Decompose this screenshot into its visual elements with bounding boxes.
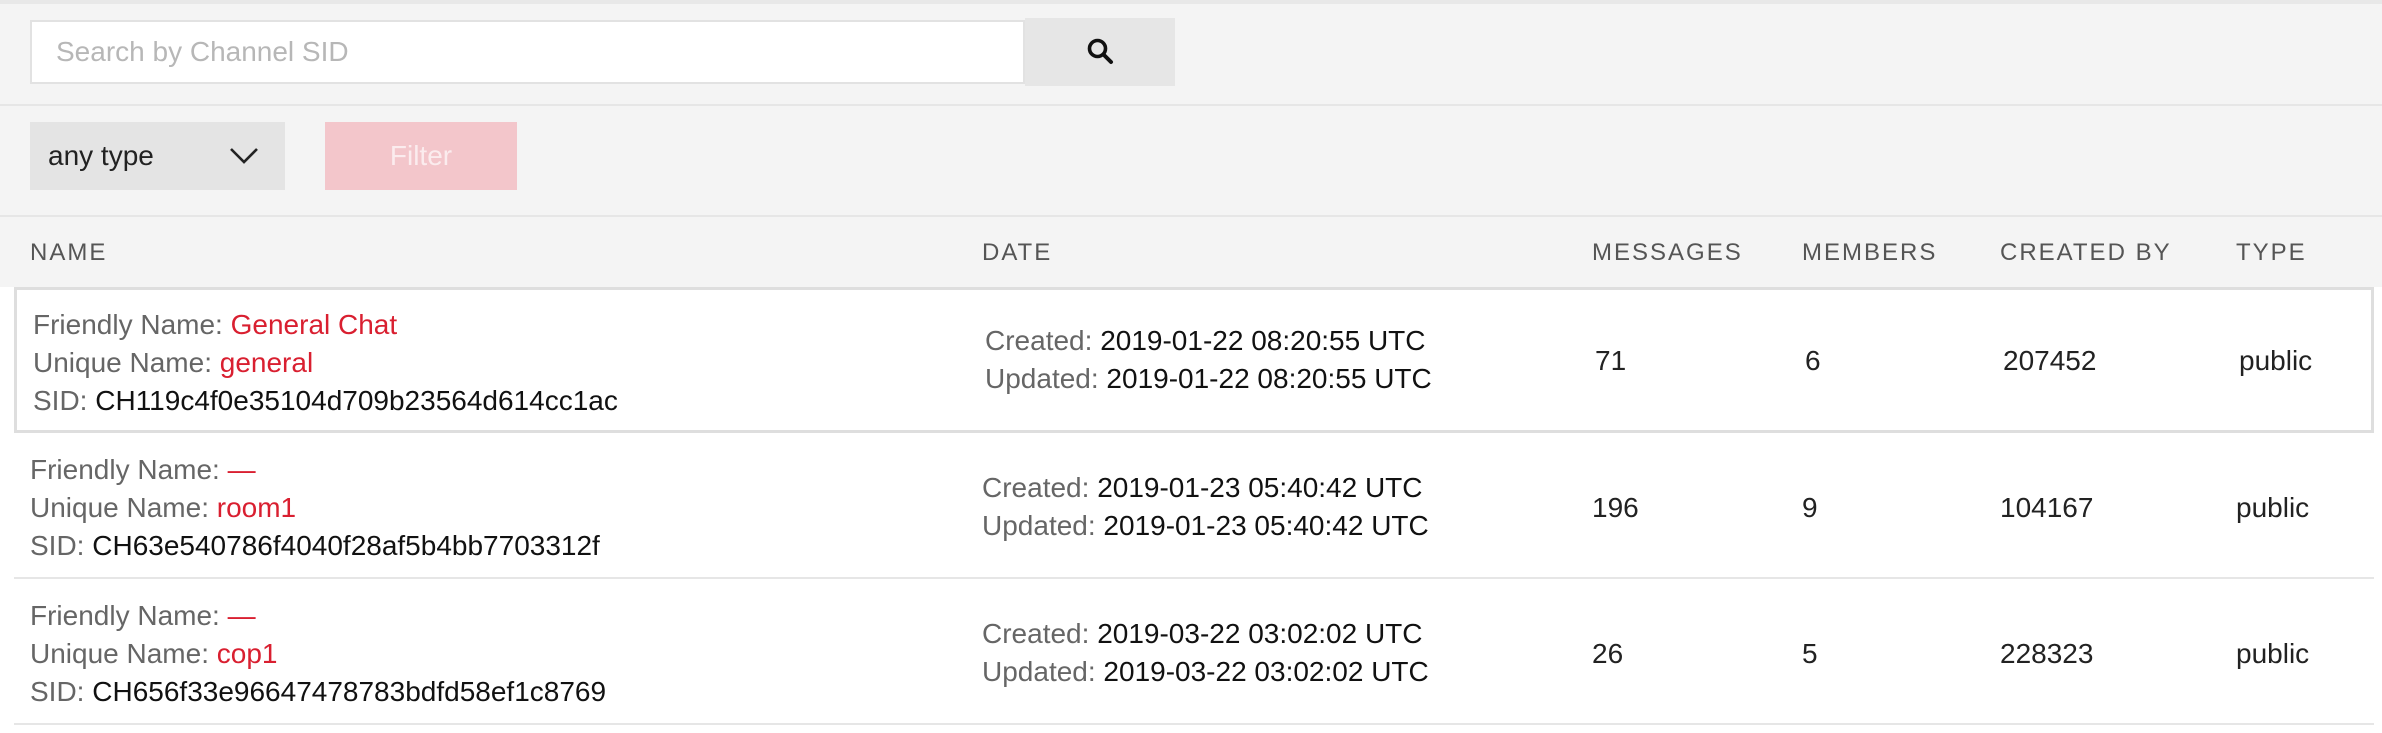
column-header-date[interactable]: DATE <box>982 239 1052 267</box>
column-header-created-by[interactable]: CREATED BY <box>2000 239 2172 267</box>
updated-value: 2019-01-23 05:40:42 UTC <box>1103 510 1429 541</box>
created-value: 2019-01-23 05:40:42 UTC <box>1097 472 1423 503</box>
unique-name-value[interactable]: general <box>220 347 313 378</box>
created-label: Created: <box>982 618 1090 649</box>
toolbar: any type Filter <box>0 0 2382 215</box>
column-header-name[interactable]: NAME <box>30 239 107 267</box>
type-select-value: any type <box>48 140 154 171</box>
messages-cell: 26 <box>1592 638 1624 669</box>
unique-name-label: Unique Name: <box>30 492 209 523</box>
toolbar-divider <box>0 104 2382 106</box>
updated-label: Updated: <box>985 363 1099 394</box>
search-icon <box>1086 37 1114 68</box>
created-by-cell: 207452 <box>2003 345 2097 376</box>
messages-cell: 71 <box>1595 345 1627 376</box>
filter-row: any type Filter <box>30 122 517 190</box>
created-label: Created: <box>982 472 1090 503</box>
channel-table: Friendly Name: General Chat Unique Name:… <box>0 287 2382 725</box>
type-cell: public <box>2239 345 2313 376</box>
sid-label: SID: <box>30 530 85 561</box>
updated-value: 2019-03-22 03:02:02 UTC <box>1103 656 1429 687</box>
updated-label: Updated: <box>982 510 1096 541</box>
sid-value: CH119c4f0e35104d709b23564d614cc1ac <box>95 385 618 416</box>
unique-name-value[interactable]: room1 <box>217 492 296 523</box>
members-cell: 9 <box>1802 492 1818 523</box>
unique-name-label: Unique Name: <box>30 638 209 669</box>
date-cell: Created: 2019-01-22 08:20:55 UTC Updated… <box>985 322 1432 398</box>
friendly-name-label: Friendly Name: <box>30 454 220 485</box>
search-input[interactable] <box>30 20 1025 84</box>
table-header: NAME DATE MESSAGES MEMBERS CREATED BY TY… <box>0 215 2382 287</box>
sid-value: CH656f33e96647478783bdfd58ef1c8769 <box>92 676 607 707</box>
type-cell: public <box>2236 638 2310 669</box>
date-cell: Created: 2019-01-23 05:40:42 UTC Updated… <box>982 469 1429 545</box>
members-cell: 6 <box>1805 345 1821 376</box>
created-label: Created: <box>985 325 1093 356</box>
filter-button[interactable]: Filter <box>325 122 517 190</box>
chevron-down-icon <box>229 140 259 172</box>
name-cell: Friendly Name: — Unique Name: cop1 SID: … <box>30 597 606 711</box>
updated-value: 2019-01-22 08:20:55 UTC <box>1106 363 1432 394</box>
unique-name-value[interactable]: cop1 <box>217 638 278 669</box>
date-cell: Created: 2019-03-22 03:02:02 UTC Updated… <box>982 615 1429 691</box>
search-row <box>30 18 1175 88</box>
name-cell: Friendly Name: General Chat Unique Name:… <box>33 306 618 420</box>
friendly-name-value[interactable]: — <box>228 454 256 485</box>
created-by-cell: 228323 <box>2000 638 2094 669</box>
updated-label: Updated: <box>982 656 1096 687</box>
unique-name-label: Unique Name: <box>33 347 212 378</box>
friendly-name-value[interactable]: General Chat <box>231 309 398 340</box>
friendly-name-value[interactable]: — <box>228 600 256 631</box>
name-cell: Friendly Name: — Unique Name: room1 SID:… <box>30 451 600 565</box>
created-value: 2019-01-22 08:20:55 UTC <box>1100 325 1426 356</box>
column-header-messages[interactable]: MESSAGES <box>1592 239 1743 267</box>
table-row[interactable]: Friendly Name: General Chat Unique Name:… <box>14 287 2374 433</box>
table-row[interactable]: Friendly Name: — Unique Name: room1 SID:… <box>14 433 2374 579</box>
column-header-members[interactable]: MEMBERS <box>1802 239 1937 267</box>
type-cell: public <box>2236 492 2310 523</box>
friendly-name-label: Friendly Name: <box>33 309 223 340</box>
created-value: 2019-03-22 03:02:02 UTC <box>1097 618 1423 649</box>
sid-label: SID: <box>30 676 85 707</box>
members-cell: 5 <box>1802 638 1818 669</box>
column-header-type[interactable]: TYPE <box>2236 239 2307 267</box>
messages-cell: 196 <box>1592 492 1639 523</box>
friendly-name-label: Friendly Name: <box>30 600 220 631</box>
search-button[interactable] <box>1025 18 1175 86</box>
sid-value: CH63e540786f4040f28af5b4bb7703312f <box>92 530 600 561</box>
type-select[interactable]: any type <box>30 122 285 190</box>
table-row[interactable]: Friendly Name: — Unique Name: cop1 SID: … <box>14 579 2374 725</box>
created-by-cell: 104167 <box>2000 492 2094 523</box>
sid-label: SID: <box>33 385 88 416</box>
